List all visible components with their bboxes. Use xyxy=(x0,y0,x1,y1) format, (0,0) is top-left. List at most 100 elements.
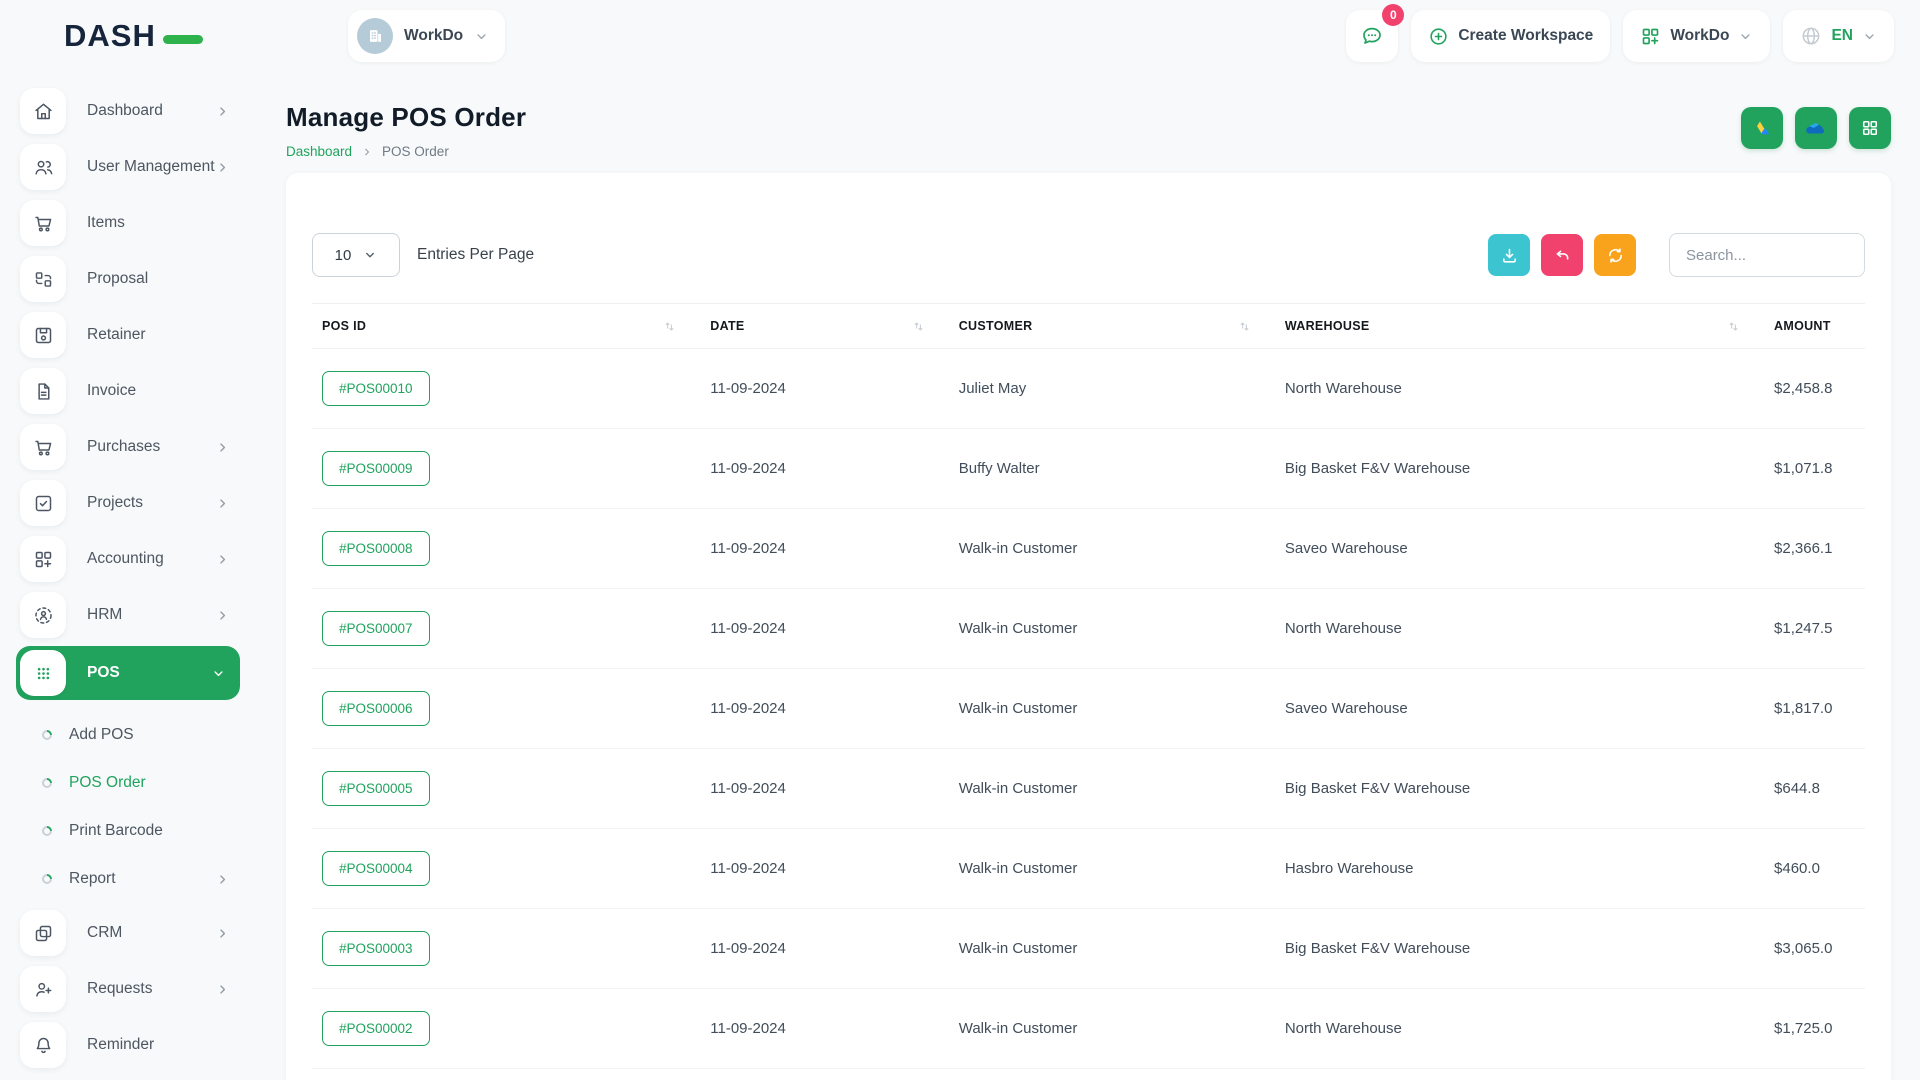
sidebar-item-accounting[interactable]: Accounting xyxy=(16,534,240,584)
pos-id-badge[interactable]: #POS00006 xyxy=(322,691,430,726)
sidebar-subitem-add-pos[interactable]: Add POS xyxy=(16,712,240,758)
amount-cell: $2,458.8 xyxy=(1764,349,1865,429)
undo-button[interactable] xyxy=(1541,234,1583,276)
sidebar-subitem-print-barcode[interactable]: Print Barcode xyxy=(16,808,240,854)
sidebar-item-dashboard[interactable]: Dashboard xyxy=(16,86,240,136)
sidebar: Dashboard User Management Items Proposal… xyxy=(0,72,256,1080)
table-row: #POS00001 11-09-2024 Walk-in Customer Bi… xyxy=(312,1069,1865,1080)
sidebar-item-reminder[interactable]: Reminder xyxy=(16,1020,240,1070)
bullet-icon xyxy=(40,728,54,742)
table-row: #POS00010 11-09-2024 Juliet May North Wa… xyxy=(312,349,1865,429)
chevron-right-icon xyxy=(215,926,230,941)
sidebar-item-label: Purchases xyxy=(87,438,215,456)
sidebar-item-retainer[interactable]: Retainer xyxy=(16,310,240,360)
sidebar-subitem-label: Report xyxy=(69,870,215,888)
sidebar-item-pos[interactable]: POS xyxy=(16,646,240,700)
download-icon xyxy=(1500,246,1519,265)
column-label: CUSTOMER xyxy=(959,319,1033,333)
entries-per-page-label: Entries Per Page xyxy=(417,246,534,264)
sidebar-item-crm[interactable]: CRM xyxy=(16,908,240,958)
date-cell: 11-09-2024 xyxy=(700,669,948,749)
google-drive-icon xyxy=(1752,118,1773,139)
cart-icon xyxy=(20,424,66,470)
bullet-icon xyxy=(40,776,54,790)
google-drive-button[interactable] xyxy=(1741,107,1783,149)
customer-cell: Walk-in Customer xyxy=(949,669,1275,749)
pos-id-badge[interactable]: #POS00004 xyxy=(322,851,430,886)
sidebar-item-items[interactable]: Items xyxy=(16,198,240,248)
table-row: #POS00004 11-09-2024 Walk-in Customer Ha… xyxy=(312,829,1865,909)
pos-id-badge[interactable]: #POS00007 xyxy=(322,611,430,646)
pos-id-cell: #POS00006 xyxy=(312,669,700,749)
sidebar-item-label: Projects xyxy=(87,494,215,512)
column-header-customer[interactable]: CUSTOMER xyxy=(949,304,1275,349)
date-cell: 11-09-2024 xyxy=(700,749,948,829)
pos-order-card: 10 Entries Per Page POS ID DATE CUSTOMER… xyxy=(286,173,1891,1080)
search-input[interactable] xyxy=(1669,233,1865,277)
pos-id-cell: #POS00002 xyxy=(312,989,700,1069)
building-icon xyxy=(365,26,385,46)
sort-icon xyxy=(1238,320,1251,333)
plus-circle-icon xyxy=(1428,26,1449,47)
pos-id-badge[interactable]: #POS00003 xyxy=(322,931,430,966)
page-title: Manage POS Order xyxy=(286,102,526,133)
workspace-avatar xyxy=(357,18,393,54)
swap-boxes-icon xyxy=(20,256,66,302)
workspace-switcher[interactable]: WorkDo xyxy=(348,10,505,62)
amount-cell: $92.0 xyxy=(1764,1069,1865,1080)
sidebar-item-projects[interactable]: Projects xyxy=(16,478,240,528)
pos-id-badge[interactable]: #POS00010 xyxy=(322,371,430,406)
column-header-date[interactable]: DATE xyxy=(700,304,948,349)
sidebar-item-user-management[interactable]: User Management xyxy=(16,142,240,192)
language-label: EN xyxy=(1831,27,1853,45)
topbar: DASH WorkDo 0 Create Workspace xyxy=(0,0,1920,72)
sidebar-subitem-report[interactable]: Report xyxy=(16,856,240,902)
sidebar-item-label: POS xyxy=(87,664,211,682)
messages-button[interactable]: 0 xyxy=(1346,10,1398,62)
globe-icon xyxy=(1800,25,1822,47)
users-icon xyxy=(20,144,66,190)
home-icon xyxy=(20,88,66,134)
onedrive-icon xyxy=(1805,117,1827,139)
pos-id-cell: #POS00007 xyxy=(312,589,700,669)
breadcrumb-dashboard-link[interactable]: Dashboard xyxy=(286,144,352,159)
undo-icon xyxy=(1553,246,1572,265)
bullet-icon xyxy=(40,824,54,838)
table-row: #POS00002 11-09-2024 Walk-in Customer No… xyxy=(312,989,1865,1069)
pos-id-badge[interactable]: #POS00005 xyxy=(322,771,430,806)
pos-id-badge[interactable]: #POS00009 xyxy=(322,451,430,486)
language-selector[interactable]: EN xyxy=(1783,10,1894,62)
column-header-warehouse[interactable]: WAREHOUSE xyxy=(1275,304,1764,349)
workdo-menu-button[interactable]: WorkDo xyxy=(1623,10,1770,62)
pos-id-badge[interactable]: #POS00002 xyxy=(322,1011,430,1046)
date-cell: 11-09-2024 xyxy=(700,829,948,909)
grid-outline-icon xyxy=(1860,118,1880,138)
chevron-right-icon xyxy=(215,496,230,511)
sidebar-item-proposal[interactable]: Proposal xyxy=(16,254,240,304)
workspace-label: WorkDo xyxy=(404,27,463,45)
sidebar-item-requests[interactable]: Requests xyxy=(16,964,240,1014)
pos-id-cell: #POS00004 xyxy=(312,829,700,909)
sidebar-item-invoice[interactable]: Invoice xyxy=(16,366,240,416)
refresh-button[interactable] xyxy=(1594,234,1636,276)
onedrive-button[interactable] xyxy=(1795,107,1837,149)
check-square-icon xyxy=(20,480,66,526)
column-label: DATE xyxy=(710,319,744,333)
user-plus-icon xyxy=(20,966,66,1012)
sidebar-subitem-pos-order[interactable]: POS Order xyxy=(16,760,240,806)
amount-cell: $1,725.0 xyxy=(1764,989,1865,1069)
pos-id-badge[interactable]: #POS00008 xyxy=(322,531,430,566)
chevron-right-icon xyxy=(215,160,230,175)
column-label: AMOUNT xyxy=(1774,319,1831,333)
column-header-pos-id[interactable]: POS ID xyxy=(312,304,700,349)
create-workspace-button[interactable]: Create Workspace xyxy=(1411,10,1610,62)
grid-outline-button[interactable] xyxy=(1849,107,1891,149)
entries-per-page-select[interactable]: 10 xyxy=(312,233,400,277)
create-workspace-label: Create Workspace xyxy=(1458,27,1593,45)
sidebar-item-purchases[interactable]: Purchases xyxy=(16,422,240,472)
sidebar-item-hrm[interactable]: HRM xyxy=(16,590,240,640)
table-row: #POS00003 11-09-2024 Walk-in Customer Bi… xyxy=(312,909,1865,989)
download-button[interactable] xyxy=(1488,234,1530,276)
customer-cell: Walk-in Customer xyxy=(949,749,1275,829)
amount-cell: $1,817.0 xyxy=(1764,669,1865,749)
